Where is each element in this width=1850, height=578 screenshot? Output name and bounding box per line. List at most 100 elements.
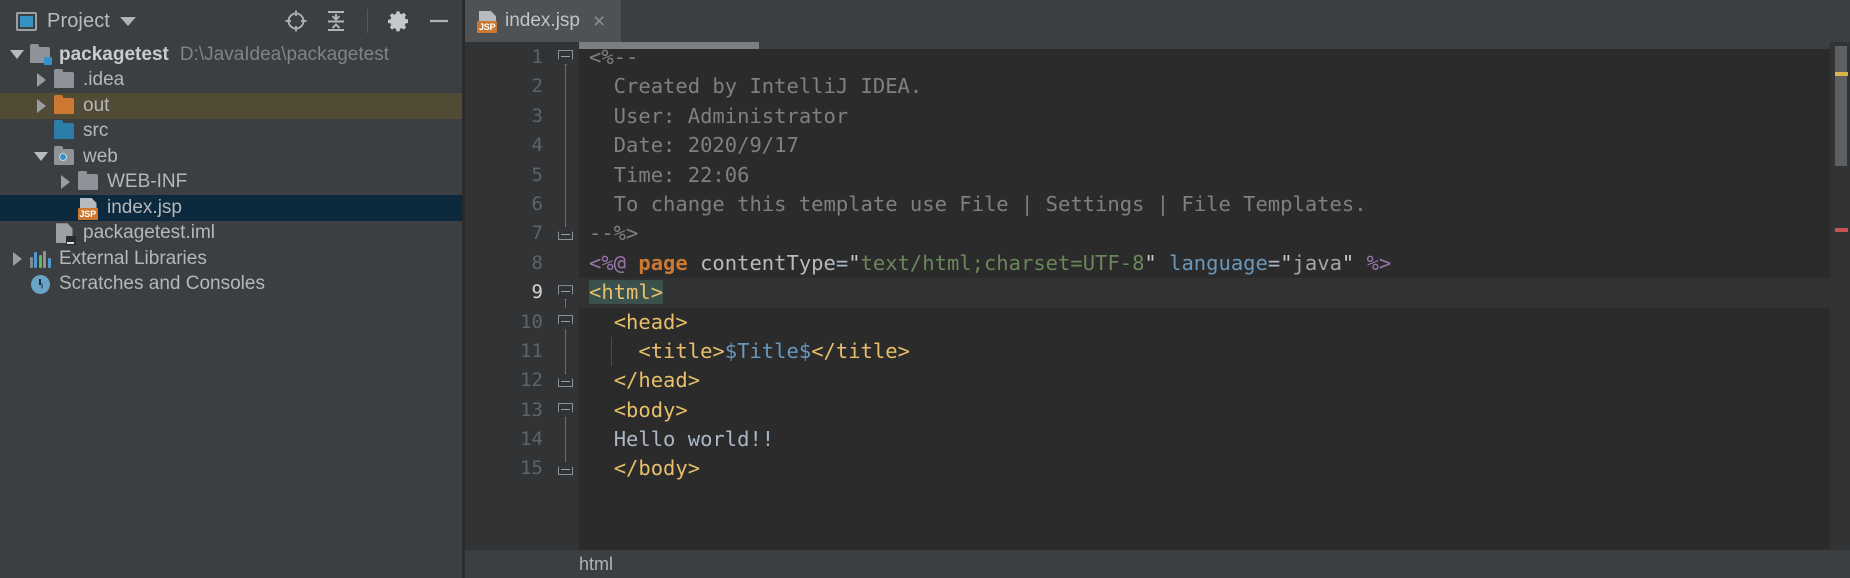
line-number: 10 (520, 310, 543, 333)
tree-item-label: src (83, 120, 109, 142)
collapse-all-icon[interactable] (323, 8, 349, 34)
line-number: 3 (531, 104, 543, 127)
fold-region-line (565, 160, 566, 190)
fold-collapse-icon[interactable] (558, 285, 573, 301)
fold-marker-line-5 (553, 160, 579, 190)
warning-marker (1835, 72, 1848, 76)
scratches-icon (28, 274, 52, 294)
code-line-15[interactable]: </body> (579, 454, 1830, 483)
tree-item-web-inf[interactable]: WEB-INF (0, 170, 462, 196)
code-editor[interactable]: 1 2 3 4 5 6 7 8 9 10 11 12 13 14 15 <%-- Created by In… (465, 42, 1850, 550)
module-folder-icon (28, 43, 52, 65)
tree-item-index-jsp[interactable]: JSP index.jsp (0, 195, 462, 221)
project-tool-window: Project packagetest D:\JavaIdea\packaget… (0, 0, 462, 578)
fold-marker-line-4 (553, 131, 579, 161)
project-title-group[interactable]: Project (16, 10, 283, 33)
tree-item-idea[interactable]: .idea (0, 68, 462, 94)
chevron-down-icon[interactable] (6, 50, 28, 60)
fold-marker-line-7[interactable] (553, 219, 579, 248)
breadcrumb[interactable]: html (579, 554, 613, 575)
fold-collapse-icon[interactable] (558, 50, 573, 65)
line-number: 7 (531, 222, 543, 245)
breadcrumb-bar: html (465, 550, 1850, 578)
editor-tab-bar: JSP index.jsp × (465, 0, 1850, 42)
line-number: 11 (520, 339, 543, 362)
chevron-down-icon[interactable] (30, 152, 52, 162)
folder-gray-icon (76, 171, 100, 191)
line-number: 13 (520, 398, 543, 421)
line-number: 8 (531, 251, 543, 274)
intellij-window: Project packagetest D:\JavaIdea\packaget… (0, 0, 1850, 578)
chevron-right-icon[interactable] (30, 98, 52, 113)
line-number: 15 (520, 457, 543, 480)
project-toolbar-actions (283, 8, 452, 34)
project-tree[interactable]: packagetest D:\JavaIdea\packagetest .idea o… (0, 42, 462, 578)
tree-item-scratches-and-consoles[interactable]: Scratches and Consoles (0, 272, 462, 298)
code-line-14[interactable]: Hello world!! (579, 425, 1830, 454)
project-tool-window-header: Project (0, 0, 462, 42)
folder-blue-icon (52, 120, 76, 140)
folder-web-icon (52, 145, 76, 165)
fold-end-icon[interactable] (558, 373, 573, 388)
tree-item-web[interactable]: web (0, 144, 462, 170)
chevron-down-icon[interactable] (119, 16, 136, 26)
close-icon[interactable]: × (593, 11, 605, 32)
toolbar-divider (367, 9, 368, 33)
fold-end-icon[interactable] (558, 226, 573, 241)
fold-marker-line-1[interactable] (553, 43, 579, 73)
code-line-11[interactable]: <title>$Title$</title> (579, 337, 1830, 366)
tree-item-packagetest-iml[interactable]: packagetest.iml (0, 221, 462, 247)
line-number-gutter: 1 2 3 4 5 6 7 8 9 10 11 12 13 14 15 (465, 42, 553, 550)
horizontal-scrollbar-thumb[interactable] (579, 42, 759, 49)
code-line-3[interactable]: User: Administrator (579, 102, 1830, 131)
fold-marker-line-15[interactable] (553, 454, 579, 483)
fold-region-line (565, 189, 566, 220)
code-folding-strip[interactable] (553, 42, 579, 550)
tree-item-external-libraries[interactable]: External Libraries (0, 246, 462, 272)
line-number: 12 (520, 369, 543, 392)
chevron-right-icon[interactable] (6, 251, 28, 266)
tree-item-src[interactable]: src (0, 119, 462, 145)
fold-marker-line-8 (553, 249, 579, 278)
fold-marker-line-9[interactable] (553, 278, 579, 308)
line-number: 9 (531, 281, 543, 304)
vertical-scrollbar-thumb[interactable] (1835, 46, 1847, 166)
tree-item-packagetest[interactable]: packagetest D:\JavaIdea\packagetest (0, 42, 462, 68)
fold-collapse-icon[interactable] (558, 402, 573, 418)
chevron-right-icon[interactable] (30, 73, 52, 88)
fold-marker-line-10[interactable] (553, 308, 579, 337)
code-line-8[interactable]: <%@ page contentType="text/html;charset=… (579, 249, 1830, 278)
jsp-file-icon: JSP (76, 197, 100, 220)
code-line-2[interactable]: Created by IntelliJ IDEA. (579, 72, 1830, 101)
tree-item-label: WEB-INF (107, 171, 188, 193)
fold-end-icon[interactable] (558, 461, 573, 476)
fold-collapse-icon[interactable] (558, 314, 573, 330)
fold-marker-line-13[interactable] (553, 396, 579, 426)
editor-marker-bar[interactable] (1830, 42, 1850, 550)
tree-item-label: External Libraries (59, 247, 207, 269)
fold-marker-line-12[interactable] (553, 366, 579, 395)
code-line-10[interactable]: <head> (579, 308, 1830, 337)
line-number: 4 (531, 134, 543, 157)
minimize-icon[interactable] (426, 8, 452, 34)
editor-tab-index-jsp[interactable]: JSP index.jsp × (465, 0, 622, 42)
code-line-12[interactable]: </head> (579, 366, 1830, 395)
horizontal-scrollbar[interactable] (579, 42, 1830, 49)
code-text-area[interactable]: <%-- Created by IntelliJ IDEA. User: Adm… (579, 42, 1830, 550)
code-line-6[interactable]: To change this template use File | Setti… (579, 190, 1830, 219)
chevron-right-icon[interactable] (54, 175, 76, 190)
code-line-7[interactable]: --%> (579, 219, 1830, 248)
fold-marker-line-3 (553, 101, 579, 132)
code-line-13[interactable]: <body> (579, 396, 1830, 425)
gear-icon[interactable] (386, 8, 412, 34)
tree-item-out[interactable]: out (0, 93, 462, 119)
code-line-9[interactable]: <html> (579, 278, 1830, 308)
code-line-4[interactable]: Date: 2020/9/17 (579, 131, 1830, 160)
tree-item-label: packagetest.iml (83, 222, 216, 244)
code-line-5[interactable]: Time: 22:06 (579, 161, 1830, 190)
fold-marker-line-11 (553, 336, 579, 367)
locate-icon[interactable] (283, 8, 309, 34)
folder-gray-icon (52, 69, 76, 89)
fold-marker-line-2 (553, 72, 579, 102)
folder-orange-icon (52, 94, 76, 114)
